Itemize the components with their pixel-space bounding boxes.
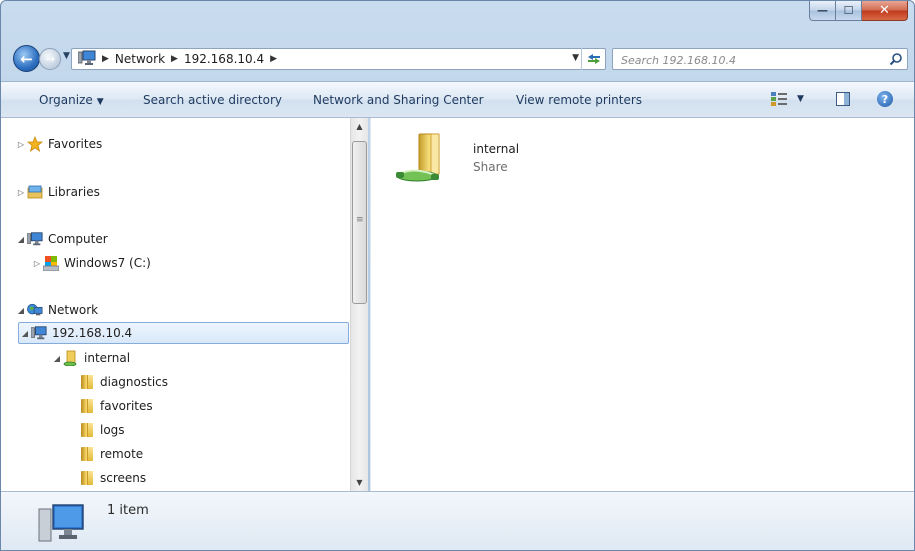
organize-label: Organize: [39, 93, 93, 107]
change-view-icon[interactable]: [771, 92, 787, 106]
organize-button[interactable]: Organize ▼: [39, 93, 104, 107]
maximize-button[interactable]: ☐: [836, 1, 862, 21]
network-computer-icon: [77, 50, 96, 69]
nav-item-libraries[interactable]: ▷ Libraries: [15, 182, 100, 202]
address-history-dropdown-icon[interactable]: ▼: [572, 53, 579, 63]
arrow-left-icon: ←: [20, 49, 33, 68]
share-item-type: Share: [473, 160, 508, 174]
back-button[interactable]: ←: [13, 45, 40, 72]
nav-item-label: screens: [100, 471, 147, 485]
shared-folder-icon: [396, 133, 440, 182]
nav-item-folder[interactable]: logs: [79, 420, 125, 440]
nav-item-network[interactable]: ◢ Network: [15, 300, 98, 320]
nav-item-label: Windows7 (C:): [64, 256, 151, 270]
breadcrumb-chevron-icon[interactable]: ▶: [102, 54, 109, 64]
star-icon: [27, 136, 43, 152]
folder-icon: [79, 398, 95, 414]
collapse-arrow-icon[interactable]: ◢: [19, 329, 31, 338]
nav-item-label: Computer: [48, 232, 108, 246]
details-pane: 1 item: [1, 491, 914, 550]
close-button[interactable]: ✕: [862, 1, 908, 21]
breadcrumb-chevron-icon[interactable]: ▶: [171, 54, 178, 64]
collapse-arrow-icon[interactable]: ◢: [15, 306, 27, 315]
shared-folder-icon: [63, 350, 79, 366]
nav-item-drive-c[interactable]: ▷ Windows7 (C:): [31, 253, 151, 273]
share-item-name: internal: [473, 142, 520, 156]
breadcrumb-host[interactable]: 192.168.10.4: [184, 52, 264, 66]
nav-item-computer[interactable]: ◢ Computer: [15, 229, 108, 249]
expand-arrow-icon[interactable]: ▷: [15, 188, 27, 197]
command-bar: Organize ▼ Search active directory Networ…: [1, 81, 914, 118]
collapse-arrow-icon[interactable]: ◢: [51, 354, 63, 363]
item-count: 1 item: [107, 503, 149, 518]
nav-item-host[interactable]: ◢ 192.168.10.4: [18, 322, 349, 344]
search-icon[interactable]: [889, 52, 903, 66]
computer-icon: [27, 231, 43, 247]
drive-icon: [43, 255, 59, 271]
folder-icon: [79, 422, 95, 438]
network-icon: [27, 302, 43, 318]
nav-item-label: Network: [48, 303, 99, 317]
address-row: ← → ▼ ▶ Network ▶ 192.168.10.4 ▶ ▼: [1, 41, 914, 73]
scroll-up-icon[interactable]: ▲: [351, 118, 368, 135]
forward-button[interactable]: →: [39, 48, 61, 70]
collapse-arrow-icon[interactable]: ◢: [15, 235, 27, 244]
preview-pane-icon[interactable]: [836, 92, 850, 106]
nav-item-folder[interactable]: favorites: [79, 396, 153, 416]
nav-item-label: favorites: [100, 399, 153, 413]
nav-item-share[interactable]: ◢ internal: [51, 348, 130, 368]
explorer-window: — ☐ ✕ ← → ▼ ▶ Network ▶ 192.168.10.4 ▶ ▼: [0, 0, 915, 551]
view-remote-printers-button[interactable]: View remote printers: [516, 93, 642, 107]
expand-arrow-icon[interactable]: ▷: [15, 140, 27, 149]
nav-item-label: remote: [100, 447, 144, 461]
folder-icon: [79, 446, 95, 462]
network-sharing-center-button[interactable]: Network and Sharing Center: [313, 93, 484, 107]
grip-icon: ≡: [356, 215, 364, 225]
search-box: [612, 48, 908, 70]
scroll-down-icon[interactable]: ▼: [351, 474, 368, 491]
recent-pages-chevron-icon[interactable]: ▼: [63, 51, 70, 61]
network-computer-icon: [31, 325, 47, 341]
navigation-pane: ▷ Favorites ▷ Libraries ◢ Computer ▷ Win…: [1, 118, 357, 491]
share-item[interactable]: internal Share: [389, 128, 549, 188]
nav-item-label: logs: [100, 423, 125, 437]
libraries-icon: [27, 184, 43, 200]
nav-item-label: Favorites: [48, 137, 103, 151]
computer-icon: [38, 504, 84, 542]
nav-item-label: diagnostics: [100, 375, 169, 389]
search-input[interactable]: [619, 52, 869, 68]
folder-icon: [79, 374, 95, 390]
scroll-thumb[interactable]: ≡: [352, 141, 367, 304]
nav-scrollbar[interactable]: ▲ ≡ ▼: [350, 118, 368, 491]
content-pane: internal Share: [370, 118, 914, 491]
breadcrumb-network[interactable]: Network: [115, 52, 165, 66]
nav-item-favorites[interactable]: ▷ Favorites: [15, 134, 102, 154]
refresh-icon[interactable]: [581, 48, 605, 70]
nav-item-label: Libraries: [48, 185, 100, 199]
nav-item-label: internal: [84, 351, 131, 365]
address-bar[interactable]: ▶ Network ▶ 192.168.10.4 ▶ ▼: [71, 48, 606, 70]
folder-icon: [79, 470, 95, 486]
breadcrumb-chevron-icon[interactable]: ▶: [270, 54, 277, 64]
help-icon[interactable]: ?: [877, 91, 893, 107]
search-active-directory-button[interactable]: Search active directory: [143, 93, 282, 107]
expand-arrow-icon[interactable]: ▷: [31, 259, 43, 268]
nav-item-folder[interactable]: diagnostics: [79, 372, 168, 392]
minimize-button[interactable]: —: [809, 1, 836, 21]
arrow-right-icon: →: [44, 52, 56, 66]
chevron-down-icon: ▼: [96, 97, 104, 107]
nav-item-folder[interactable]: remote: [79, 444, 143, 464]
nav-item-folder[interactable]: screens: [79, 468, 146, 488]
nav-item-label: 192.168.10.4: [52, 326, 133, 340]
view-options-chevron-icon[interactable]: ▼: [797, 94, 804, 104]
caption-buttons: — ☐ ✕: [809, 1, 908, 21]
